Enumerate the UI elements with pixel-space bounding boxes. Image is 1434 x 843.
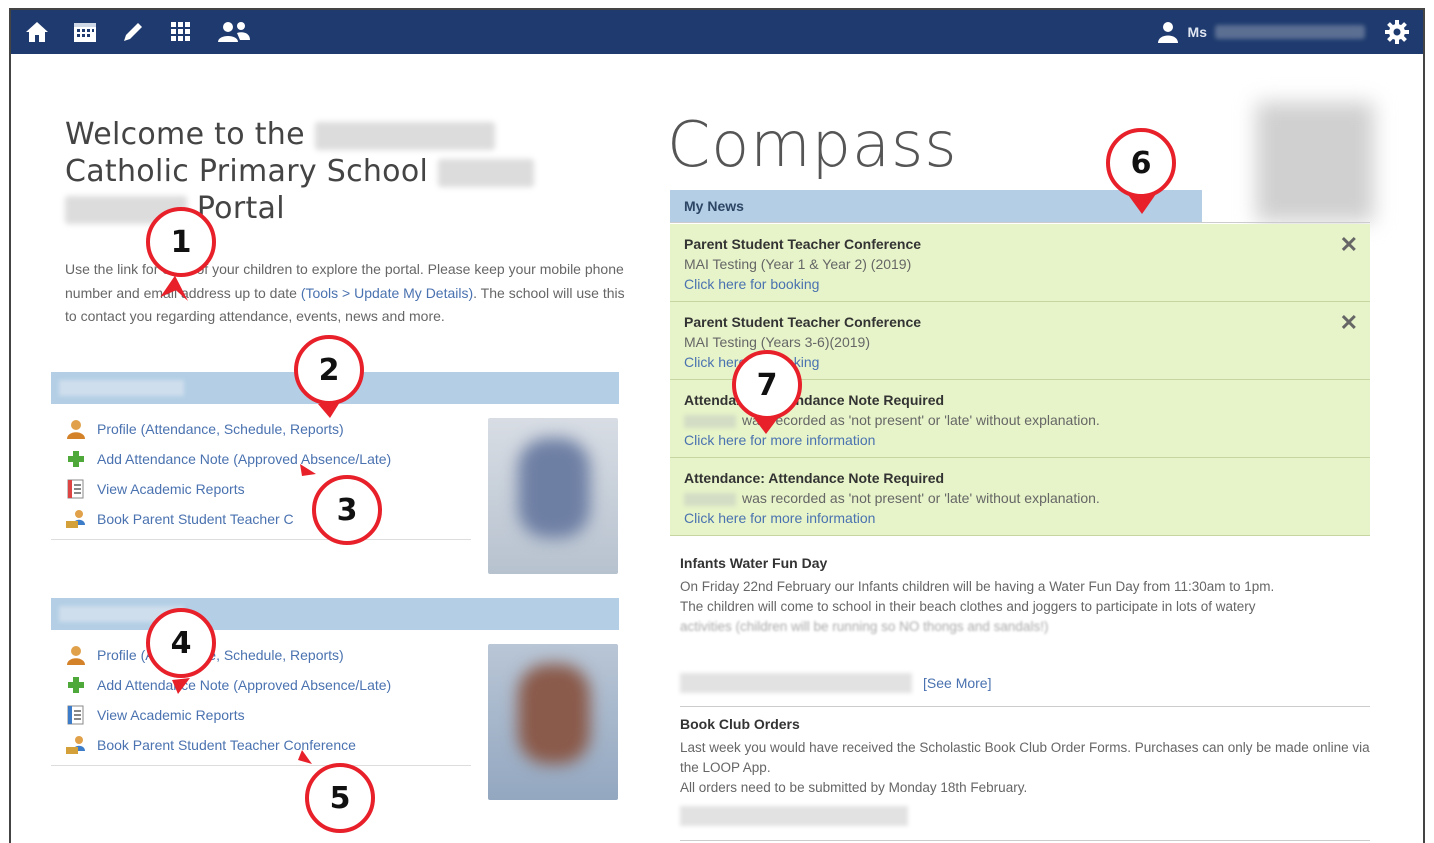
callout-4: 4 [146, 608, 216, 678]
callout-6: 6 [1106, 128, 1176, 198]
callout-3: 3 [312, 475, 382, 545]
callout-pointers [160, 192, 1156, 764]
callout-7: 7 [732, 350, 802, 420]
callout-1: 1 [146, 207, 216, 277]
callout-5: 5 [305, 763, 375, 833]
callout-2: 2 [294, 335, 364, 405]
